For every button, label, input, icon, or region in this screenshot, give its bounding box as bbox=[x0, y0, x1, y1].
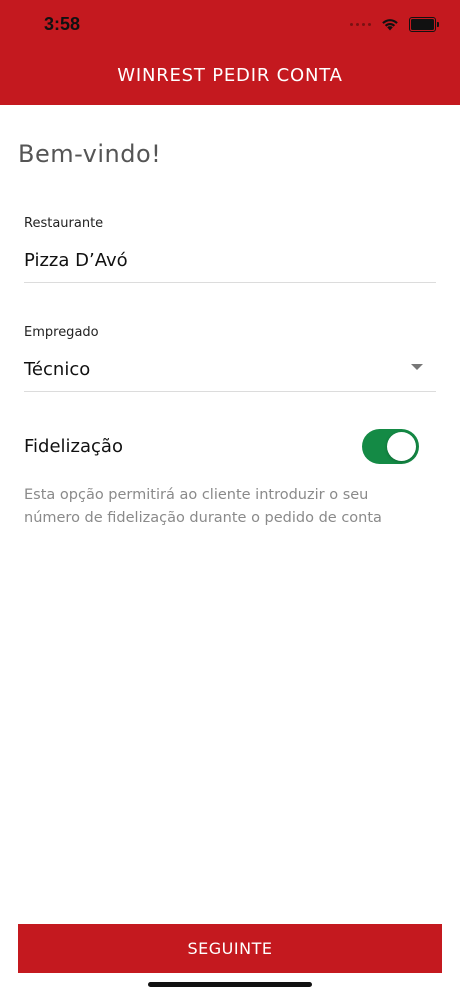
employee-select[interactable]: Técnico bbox=[24, 359, 90, 380]
employee-label: Empregado bbox=[24, 325, 99, 340]
signal-dots-icon bbox=[350, 23, 371, 26]
loyalty-description: Esta opção permitirá ao cliente introduz… bbox=[24, 487, 382, 526]
status-icons bbox=[350, 17, 439, 32]
next-button[interactable]: SEGUINTE bbox=[18, 924, 442, 973]
app-header: 3:58 WINREST PEDIR CONTA bbox=[0, 0, 460, 105]
welcome-heading: Bem-vindo! bbox=[18, 140, 162, 168]
chevron-down-icon[interactable] bbox=[411, 364, 423, 370]
restaurant-field-underline bbox=[24, 282, 436, 283]
loyalty-toggle[interactable] bbox=[362, 429, 419, 464]
loyalty-label: Fidelização bbox=[24, 436, 123, 457]
home-indicator bbox=[148, 982, 312, 987]
wifi-icon bbox=[381, 18, 399, 31]
toggle-knob bbox=[387, 432, 416, 461]
restaurant-value[interactable]: Pizza D’Avó bbox=[24, 250, 128, 271]
status-time: 3:58 bbox=[44, 14, 81, 34]
restaurant-label: Restaurante bbox=[24, 216, 104, 231]
page-title: WINREST PEDIR CONTA bbox=[117, 65, 343, 86]
employee-field-underline bbox=[24, 391, 436, 392]
battery-icon bbox=[409, 17, 439, 32]
